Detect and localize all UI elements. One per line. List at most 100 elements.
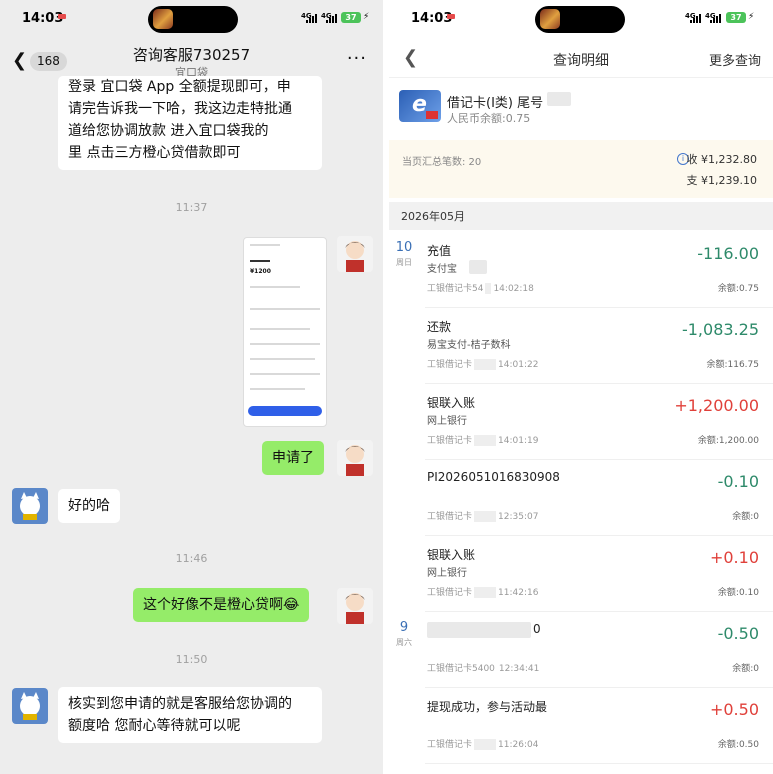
transaction-time: 14:01:19 [498,436,539,446]
transaction-balance: 余额:0.75 [717,284,759,294]
user-avatar[interactable] [337,236,373,272]
message-bubble-cs-1[interactable]: 登录 宜口袋 App 全额提现即可，申 请完告诉我一下哈，我这边走特批通 道给您… [58,76,322,170]
message-bubble-user-applied[interactable]: 申请了 [262,441,324,475]
transaction-balance: 余额:1,200.00 [697,436,759,446]
transaction-title: 银联入账 [427,396,476,410]
battery-icon: 37 [726,12,746,23]
transaction-card: 工银借记卡54 [427,284,484,294]
status-bar: 14:03 4G 4G 37 ⚡ [0,0,383,36]
bank-nav-bar: ❮ 查询明细 更多查询 [389,38,773,78]
chat-screen: 14:03 4G 4G 37 ⚡ ❮ 168 咨询客服730257 宜口袋 ··… [0,0,383,774]
chat-messages: 登录 宜口袋 App 全额提现即可，申 请完告诉我一下哈，我这边走特批通 道给您… [0,76,383,774]
transaction-meta: 工银借记卡 11:42:16 [427,585,538,598]
transaction-card: 工银借记卡 [427,512,473,522]
game-app-icon [153,9,173,29]
message-bubble-cs-2[interactable]: 好的哈 [58,489,120,523]
timestamp: 11:37 [175,201,208,214]
battery-icon: 37 [341,12,361,23]
day-number: 9 [399,620,409,635]
redacted-card-number [547,92,571,106]
summary-income: 收 ¥1,232.80 [686,153,757,166]
cs-avatar[interactable] [12,488,48,524]
transaction-title: 充值 [427,244,452,258]
message-bubble-cs-3[interactable]: 核实到您申请的就是客服给您协调的 额度哈 您耐心等待就可以呢 [58,687,322,743]
transaction-time: 11:26:04 [498,740,539,750]
message-line: 请完告诉我一下哈，我这边走特批通 [68,101,292,117]
transaction-channel: 网上银行 [427,568,467,579]
transaction-amount: -1,083.25 [681,320,759,339]
redacted-text [485,283,492,294]
transaction-amount: +0.50 [709,700,759,719]
bank-card-icon: e [399,90,441,122]
status-bar: 14:03 4G 4G 37 ⚡ [389,0,773,36]
message-bubble-user-question[interactable]: 这个好像不是橙心贷啊😂 [133,588,310,622]
transaction-time: 11:42:16 [498,588,539,598]
day-marker: 10 周日 [389,240,419,268]
transaction-card: 工银借记卡 [427,360,473,370]
transaction-amount: -0.10 [717,472,759,491]
transaction-card: 工银借记卡5400 [427,664,495,674]
bank-statement-screen: 14:03 4G 4G 37 ⚡ ❮ 查询明细 更多查询 e 借记卡(Ⅰ类) 尾… [389,0,773,774]
transaction-time: 14:01:22 [498,360,539,370]
month-label: 2026年05月 [401,210,465,223]
transaction-row[interactable]: PI2026051016830908 工银借记卡 12:35:07 -0.10 余额:0 [425,460,773,536]
transaction-amount: -0.50 [717,624,759,643]
card-balance: 人民币余额:0.75 [447,112,531,125]
charging-icon: ⚡ [748,12,755,22]
card-name: 借记卡(Ⅰ类) 尾号 [447,96,544,111]
transaction-row[interactable]: 银联入账 网上银行 工银借记卡 14:01:19 +1,200.00 余额:1,200.0… [425,384,773,460]
chat-title: 咨询客服730257 [132,46,251,64]
signal-icon [306,14,320,23]
timestamp: 11:50 [175,653,208,666]
more-query-link[interactable]: 更多查询 [709,50,761,69]
transaction-channel: 网上银行 [427,416,467,427]
transaction-row[interactable]: 提现成功，参与活动最 工银借记卡 11:26:04 +0.50 余额:0.50 [425,688,773,764]
user-avatar[interactable] [337,440,373,476]
message-line: 额度哈 您耐心等待就可以呢 [68,718,241,734]
month-header: 2026年05月 [389,202,773,230]
transaction-amount: +0.10 [709,548,759,567]
weekday-label: 周六 [396,638,412,647]
user-avatar[interactable] [337,588,373,624]
cs-avatar[interactable] [12,688,48,724]
redacted-text [474,435,497,446]
redacted-text [474,359,497,370]
transaction-meta: 工银借记卡 11:26:04 [427,737,538,750]
redacted-text [469,260,487,274]
message-line: 登录 宜口袋 App 全额提现即可，申 [68,79,291,95]
image-message-screenshot[interactable]: ¥1200 [243,237,327,427]
image-amount: ¥1200 [250,268,271,275]
day-number: 10 [395,240,413,255]
weekday-label: 周日 [396,258,412,267]
transaction-row[interactable]: 充值支付宝工银借记卡54 14:02:18 -116.00 余额:0.75 [425,232,773,308]
image-confirm-button [248,406,322,416]
transaction-card: 工银借记卡 [427,436,473,446]
transaction-row[interactable]: 银联入账 网上银行 工银借记卡 11:42:16 +0.10 余额:0.10 [425,536,773,612]
redacted-text [427,622,531,638]
location-icon [58,14,66,19]
transaction-card: 工银借记卡 [427,588,473,598]
transaction-channel: 易宝支付-桔子数科 [427,340,511,351]
redacted-text [474,511,497,522]
message-line: 道给您协调放款 进入宜口袋我的 [68,123,269,139]
location-icon [447,14,455,19]
transaction-title: 还款 [427,320,452,334]
transaction-time: 12:35:07 [498,512,539,522]
transaction-meta: 工银借记卡5400 12:34:41 [427,661,539,674]
transaction-amount: -116.00 [697,244,759,263]
dynamic-island [535,6,625,33]
redacted-text [474,587,497,598]
timestamp: 11:46 [175,552,208,565]
transaction-time: 12:34:41 [498,664,540,674]
account-card[interactable]: e 借记卡(Ⅰ类) 尾号 人民币余额:0.75 [389,84,773,134]
message-line: 里 点击三方橙心贷借款即可 [68,145,241,161]
transaction-channel: 支付宝 [427,264,457,275]
page-summary: 当页汇总笔数: 20 i 收 ¥1,232.80 支 ¥1,239.10 [389,140,773,198]
signal-icon-2 [710,14,724,23]
transaction-row[interactable]: 还款 易宝支付-桔子数科 工银借记卡 14:01:22 -1,083.25 余额:116.… [425,308,773,384]
transaction-title: 0 [533,622,541,636]
transaction-meta: 工银借记卡54 14:02:18 [427,281,534,294]
transaction-balance: 余额:0 [732,664,759,674]
transaction-row[interactable]: 0 工银借记卡5400 12:34:41 -0.50 余额:0 [425,612,773,688]
more-options-icon[interactable]: ··· [347,48,367,69]
